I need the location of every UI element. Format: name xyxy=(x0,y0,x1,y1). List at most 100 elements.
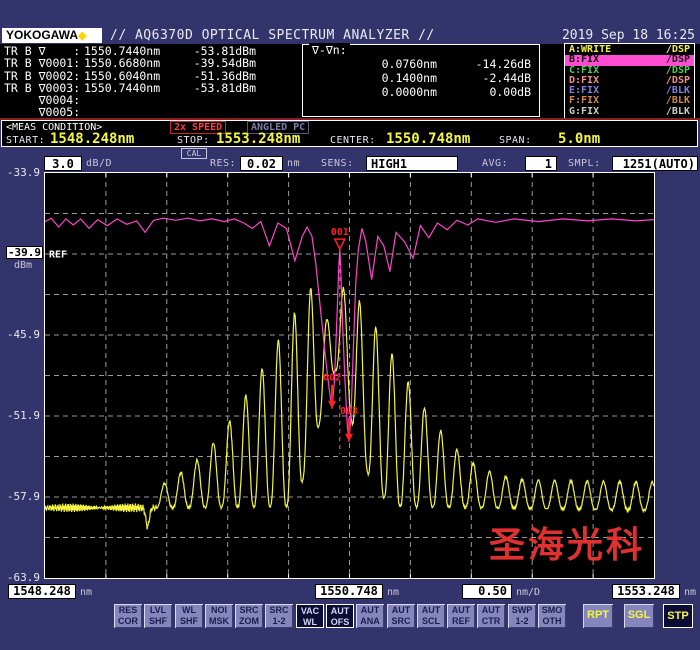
softkey-aut-ctr[interactable]: AUTCTR xyxy=(477,604,505,628)
marker-id-label: 002 xyxy=(323,373,341,384)
res-unit: nm xyxy=(287,158,300,169)
softkey-aut-ref[interactable]: AUTREF xyxy=(447,604,475,628)
center-wavelength-field[interactable]: 1550.748 xyxy=(315,584,383,599)
softkey-line1: AUT xyxy=(327,606,353,617)
app-title: // AQ6370D OPTICAL SPECTRUM ANALYZER // xyxy=(110,28,435,43)
softkey-line2: ANA xyxy=(356,616,384,627)
softkey-res-cor[interactable]: RESCOR xyxy=(114,604,142,628)
sweep-key-stp[interactable]: STP xyxy=(663,604,693,628)
delta-level: -2.44dB xyxy=(437,71,531,85)
softkey-line2: ZOM xyxy=(235,616,263,627)
softkey-lvl-shf[interactable]: LVLSHF xyxy=(144,604,172,628)
softkey-vac-wl[interactable]: VACWL xyxy=(296,604,324,628)
marker-row-level: -53.81dBm xyxy=(174,81,256,93)
average-field[interactable]: 1 xyxy=(525,156,557,171)
softkey-wl-shf[interactable]: WLSHF xyxy=(175,604,203,628)
delta-wavelength: 0.0760nm xyxy=(335,57,437,71)
y-tick-label: -45.9 xyxy=(2,328,40,341)
marker-row-label: TR B ∇0002: xyxy=(4,69,84,81)
softkey-aut-ana[interactable]: AUTANA xyxy=(356,604,384,628)
marker-row-wavelength: 1550.7440nm xyxy=(84,44,174,56)
delta-rows: 0.0760nm-14.26dB0.1400nm-2.44dB0.0000nm0… xyxy=(303,57,539,98)
y-tick-label: -51.9 xyxy=(2,409,40,422)
center-label: CENTER: xyxy=(330,135,376,146)
softkey-line1: AUT xyxy=(447,605,475,616)
delta-level: 0.00dB xyxy=(437,85,531,99)
softkey-noi-msk[interactable]: NOIMSK xyxy=(205,604,233,628)
start-label: START: xyxy=(6,135,45,146)
level-scale-field[interactable]: 3.0 xyxy=(44,156,82,171)
ref-level-field[interactable]: -39.9 xyxy=(6,246,43,259)
spectrum-plot[interactable]: REF001002003圣海光科 xyxy=(44,172,655,579)
delta-marker-panel: ∇-∇n: 0.0760nm-14.26dB0.1400nm-2.44dB0.0… xyxy=(302,44,540,117)
softkey-line2: REF xyxy=(447,616,475,627)
center-value[interactable]: 1550.748nm xyxy=(386,131,470,147)
start-value[interactable]: 1548.248nm xyxy=(50,131,134,147)
marker-row-level: -53.81dBm xyxy=(174,44,256,56)
measurement-conditions-panel: <MEAS CONDITION> 2x SPEED ANGLED PC STAR… xyxy=(1,120,698,147)
marker-arrow-icon[interactable] xyxy=(328,401,336,409)
softkey-line2: SCL xyxy=(417,616,445,627)
softkey-line1: AUT xyxy=(477,605,505,616)
span-value[interactable]: 5.0nm xyxy=(558,131,600,147)
softkey-line1: VAC xyxy=(297,606,323,617)
softkey-line2: OFS xyxy=(327,617,353,628)
softkey-smo-oth[interactable]: SMOOTH xyxy=(538,604,566,628)
marker-row-level: -51.36dBm xyxy=(174,69,256,81)
softkey-src-1-2[interactable]: SRC1-2 xyxy=(265,604,293,628)
ref-line-label: REF xyxy=(49,250,67,261)
sens-label: SENS: xyxy=(321,158,354,169)
softkey-line1: AUT xyxy=(356,605,384,616)
softkey-aut-scl[interactable]: AUTSCL xyxy=(417,604,445,628)
softkey-line2: OTH xyxy=(538,616,566,627)
delta-header: ∇-∇n: xyxy=(309,43,350,57)
softkey-line2: SHF xyxy=(175,616,203,627)
sweep-key-sgl[interactable]: SGL xyxy=(624,604,654,628)
softkey-aut-src[interactable]: AUTSRC xyxy=(387,604,415,628)
softkey-src-zom[interactable]: SRCZOM xyxy=(235,604,263,628)
osa-screen: { "titlebar": { "logo_text": "YOKOGAWA",… xyxy=(0,0,700,650)
brand-logo: YOKOGAWA◆ xyxy=(2,28,102,43)
marker-triangle-icon[interactable] xyxy=(335,239,345,249)
softkey-line1: WL xyxy=(175,605,203,616)
trace-status-panel: A:WRITE/DSPB:FIX/DSPC:FIX/DSPD:FIX/DSPE:… xyxy=(564,43,695,119)
stop-label: STOP: xyxy=(177,135,210,146)
softkey-line2: COR xyxy=(114,616,142,627)
sweep-key-rpt[interactable]: RPT xyxy=(583,604,613,628)
softkey-swp-1-2[interactable]: SWP1-2 xyxy=(508,604,536,628)
spectrum-svg: REF001002003圣海光科 xyxy=(45,173,654,578)
softkey-line2: SRC xyxy=(387,616,415,627)
delta-row: 0.1400nm-2.44dB xyxy=(303,71,539,85)
softkey-line2: 1-2 xyxy=(508,616,536,627)
softkey-line2: MSK xyxy=(205,616,233,627)
span-label: SPAN: xyxy=(499,135,532,146)
watermark-text: 圣海光科 xyxy=(489,524,645,565)
marker-row-label: TR B ∇0001: xyxy=(4,56,84,68)
marker-row-label: TR B ∇0003: xyxy=(4,81,84,93)
marker-row-level xyxy=(174,93,256,105)
start-unit: nm xyxy=(80,587,92,598)
marker-row-wavelength: 1550.6680nm xyxy=(84,56,174,68)
y-tick-label: -57.9 xyxy=(2,490,40,503)
softkey-line1: SRC xyxy=(265,605,293,616)
delta-row: 0.0000nm0.00dB xyxy=(303,85,539,99)
marker-row-label: ∇0005: xyxy=(4,105,84,117)
resolution-field[interactable]: 0.02 xyxy=(240,156,283,171)
level-scale-unit: dB/D xyxy=(86,158,112,169)
delta-wavelength: 0.1400nm xyxy=(335,71,437,85)
avg-label: AVG: xyxy=(482,158,508,169)
marker-arrow-icon[interactable] xyxy=(345,434,353,442)
sensitivity-field[interactable]: HIGH1 xyxy=(366,156,458,171)
sampling-field[interactable]: 1251(AUTO) xyxy=(612,156,698,171)
stop-wavelength-field[interactable]: 1553.248 xyxy=(612,584,680,599)
start-wavelength-field[interactable]: 1548.248 xyxy=(8,584,76,599)
softkey-line1: AUT xyxy=(387,605,415,616)
softkey-aut-ofs[interactable]: AUTOFS xyxy=(326,604,354,628)
stop-value[interactable]: 1553.248nm xyxy=(216,131,300,147)
scale-per-div-field[interactable]: 0.50 xyxy=(462,584,512,599)
softkey-line1: SRC xyxy=(235,605,263,616)
trace-row-g[interactable]: G:FIX/BLK xyxy=(565,107,694,117)
brand-logo-text: YOKOGAWA xyxy=(6,28,78,42)
softkey-line2: WL xyxy=(297,617,323,628)
trace-row-mode: /BLK xyxy=(666,107,690,117)
